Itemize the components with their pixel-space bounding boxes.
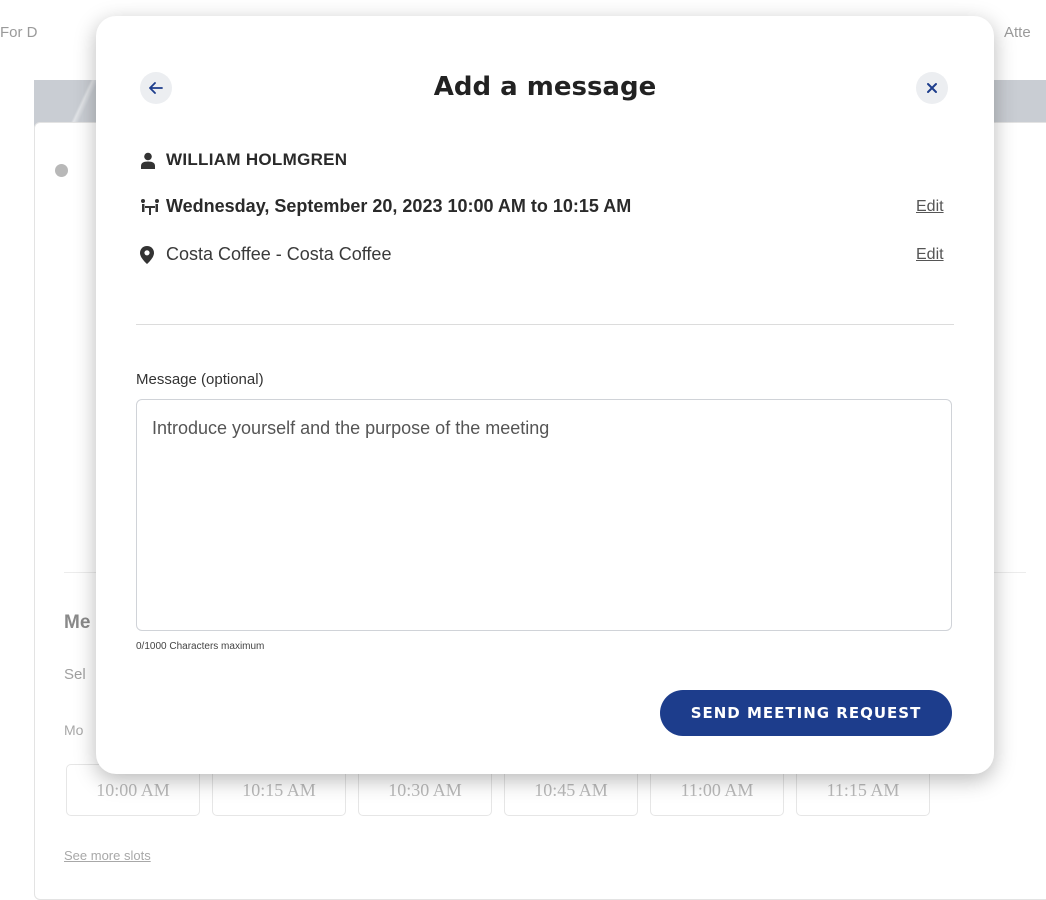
add-message-modal: Add a message WILLIAM HOLMGREN Wednesday… <box>96 16 994 774</box>
modal-title: Add a message <box>433 72 657 102</box>
location-row: Costa Coffee - Costa Coffee <box>140 244 391 265</box>
message-label: Message (optional) <box>136 371 264 388</box>
attendee-name: WILLIAM HOLMGREN <box>166 150 348 169</box>
edit-datetime-link[interactable]: Edit <box>916 198 944 216</box>
datetime-row: Wednesday, September 20, 2023 10:00 AM t… <box>140 196 631 217</box>
edit-location-link[interactable]: Edit <box>916 246 944 264</box>
meeting-location: Costa Coffee - Costa Coffee <box>166 244 392 264</box>
meeting-table-icon <box>141 198 159 215</box>
attendee-row: WILLIAM HOLMGREN <box>140 150 347 170</box>
message-input[interactable] <box>136 399 952 631</box>
close-icon <box>927 83 937 93</box>
send-meeting-request-button[interactable]: SEND MEETING REQUEST <box>660 690 952 736</box>
character-count: 0/1000 Characters maximum <box>136 641 265 652</box>
divider <box>136 324 954 325</box>
meeting-datetime: Wednesday, September 20, 2023 10:00 AM t… <box>166 196 632 216</box>
person-icon <box>141 152 155 169</box>
close-button[interactable] <box>916 72 948 104</box>
map-pin-icon <box>140 245 154 264</box>
